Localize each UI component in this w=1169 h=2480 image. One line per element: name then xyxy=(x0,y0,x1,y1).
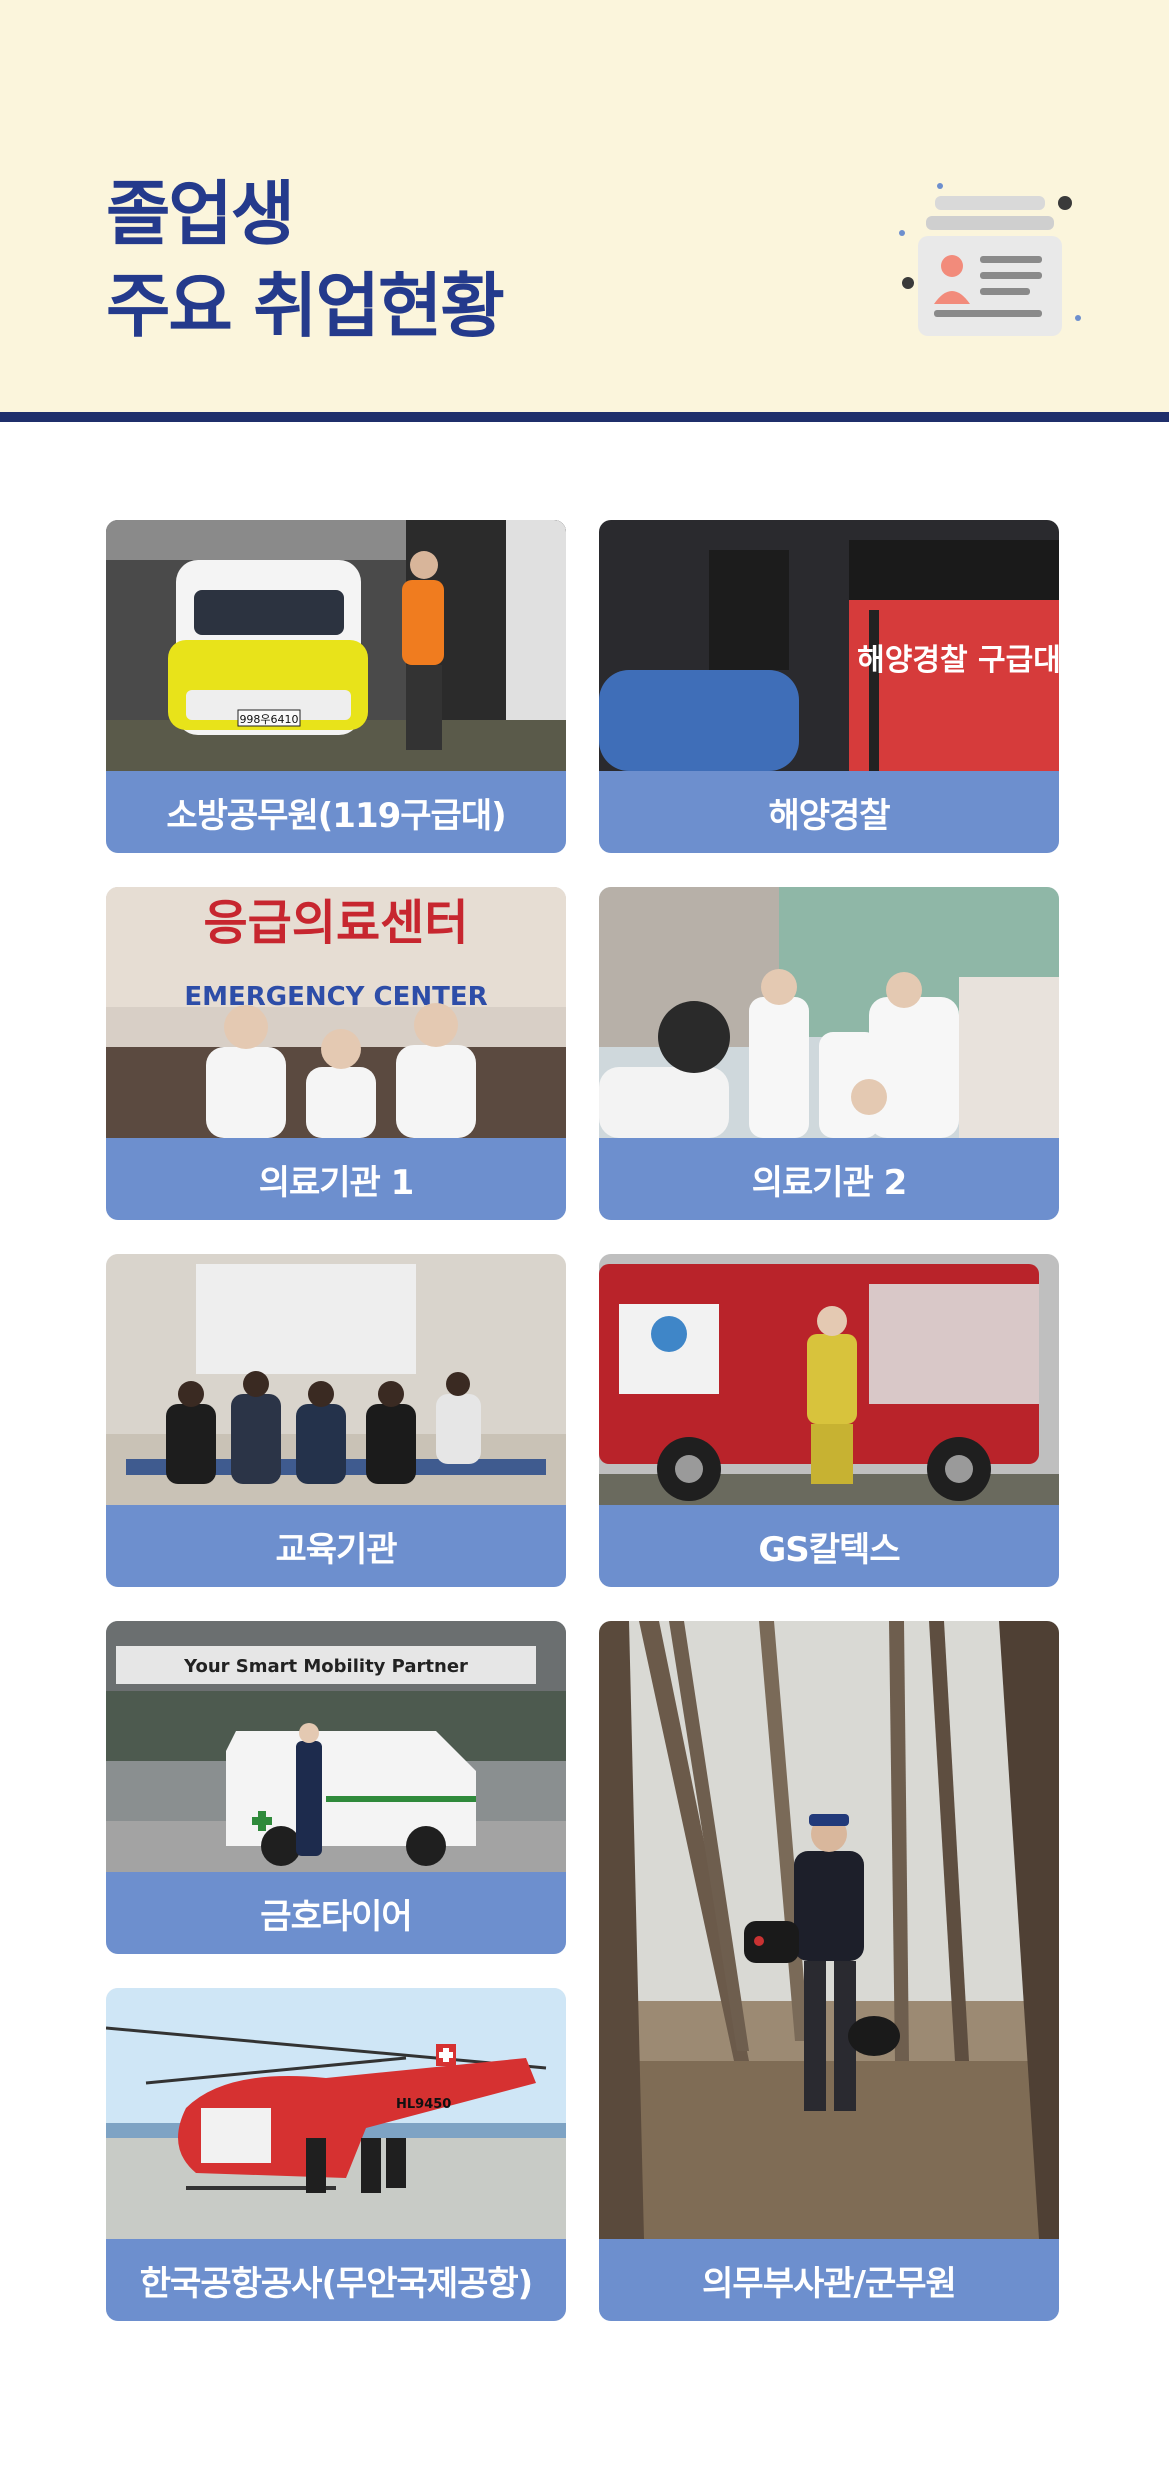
header-banner: 졸업생 주요 취업현황 xyxy=(0,0,1169,412)
job-card-airport: HL9450 한국공항공사(무안국제공항) xyxy=(106,1988,566,2321)
hospital-staff-photo xyxy=(599,887,1059,1138)
helicopter-registration: HL9450 xyxy=(396,2097,451,2112)
mobility-sign: Your Smart Mobility Partner xyxy=(183,1656,468,1677)
job-card-military: 의무부사관/군무원 xyxy=(599,1621,1059,2321)
job-card-coast-guard: 해양경찰 구급대 해양경찰 xyxy=(599,520,1059,853)
job-card-kumho-tire: Your Smart Mobility Partner 금호타이어 xyxy=(106,1621,566,1954)
fire-truck-photo xyxy=(599,1254,1059,1505)
job-card-gs-caltex: GS칼텍스 xyxy=(599,1254,1059,1587)
job-card-medical-1: 응급의료센터 EMERGENCY CENTER 의료기관 1 xyxy=(106,887,566,1220)
soldier-forest-photo xyxy=(599,1621,1059,2239)
coast-guard-vest-photo: 해양경찰 구급대 xyxy=(599,520,1059,771)
rescue-helicopter-photo: HL9450 xyxy=(106,1988,566,2239)
emergency-sign-ko: 응급의료센터 xyxy=(204,895,469,951)
card-caption: 한국공항공사(무안국제공항) xyxy=(106,2239,566,2321)
card-caption: 해양경찰 xyxy=(599,771,1059,853)
card-caption: 의료기관 1 xyxy=(106,1138,566,1220)
job-card-education: 교육기관 xyxy=(106,1254,566,1587)
job-card-fire-service: 998우6410 소방공무원(119구급대) xyxy=(106,520,566,853)
card-caption: 교육기관 xyxy=(106,1505,566,1587)
card-caption: GS칼텍스 xyxy=(599,1505,1059,1587)
id-card-icon xyxy=(880,178,1090,342)
header-divider xyxy=(0,412,1169,422)
card-caption: 소방공무원(119구급대) xyxy=(106,771,566,853)
vest-text: 해양경찰 구급대 xyxy=(857,643,1059,678)
plate-text: 998우6410 xyxy=(239,713,298,726)
page-title: 졸업생 주요 취업현황 xyxy=(106,168,505,352)
card-caption: 의무부사관/군무원 xyxy=(599,2239,1059,2321)
job-card-medical-2: 의료기관 2 xyxy=(599,887,1059,1220)
cpr-training-photo xyxy=(106,1254,566,1505)
company-ambulance-photo: Your Smart Mobility Partner xyxy=(106,1621,566,1872)
ambulance-firefighter-photo: 998우6410 xyxy=(106,520,566,771)
card-caption: 의료기관 2 xyxy=(599,1138,1059,1220)
emergency-center-photo: 응급의료센터 EMERGENCY CENTER xyxy=(106,887,566,1138)
title-line-2: 주요 취업현황 xyxy=(106,265,505,347)
title-line-1: 졸업생 xyxy=(106,173,295,255)
card-caption: 금호타이어 xyxy=(106,1872,566,1954)
